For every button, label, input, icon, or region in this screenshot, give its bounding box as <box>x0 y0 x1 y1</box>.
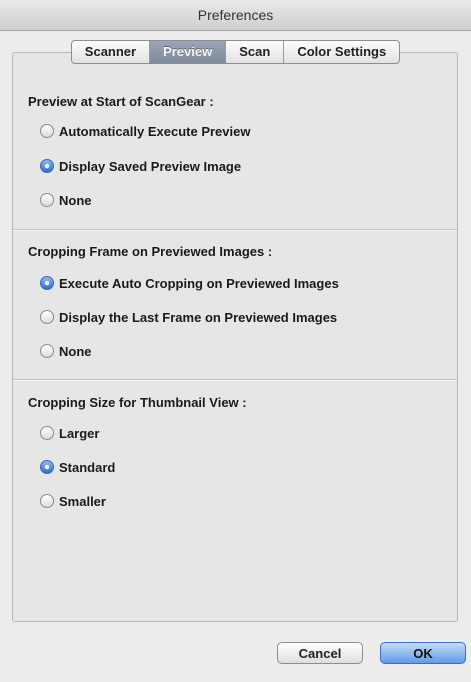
tab-bar-wrapper: Scanner Preview Scan Color Settings <box>0 40 471 64</box>
cropping-frame-title: Cropping Frame on Previewed Images : <box>28 244 273 259</box>
tab-scanner[interactable]: Scanner <box>72 41 151 63</box>
radio-preview-none[interactable]: None <box>40 191 92 209</box>
radio-unchecked-icon[interactable] <box>40 426 54 440</box>
radio-unchecked-icon[interactable] <box>40 494 54 508</box>
section-divider <box>13 229 457 231</box>
tab-color-settings[interactable]: Color Settings <box>284 41 399 63</box>
radio-checked-icon[interactable] <box>40 276 54 290</box>
thumbnail-size-section: Cropping Size for Thumbnail View : <box>28 395 247 410</box>
radio-label: None <box>59 192 92 208</box>
radio-unchecked-icon[interactable] <box>40 310 54 324</box>
radio-label: Smaller <box>59 493 106 509</box>
radio-standard[interactable]: Standard <box>40 458 115 476</box>
cropping-frame-section: Cropping Frame on Previewed Images : <box>28 244 272 259</box>
radio-execute-auto-cropping[interactable]: Execute Auto Cropping on Previewed Image… <box>40 274 339 292</box>
window-title: Preferences <box>197 7 274 23</box>
radio-label: None <box>59 343 92 359</box>
radio-display-saved-preview-image[interactable]: Display Saved Preview Image <box>40 157 241 175</box>
radio-unchecked-icon[interactable] <box>40 193 54 207</box>
radio-label: Automatically Execute Preview <box>59 123 251 139</box>
tab-bar: Scanner Preview Scan Color Settings <box>70 40 401 64</box>
radio-unchecked-icon[interactable] <box>40 124 54 138</box>
section-divider <box>13 379 457 381</box>
radio-unchecked-icon[interactable] <box>40 344 54 358</box>
radio-label: Standard <box>59 459 116 475</box>
preview-start-title: Preview at Start of ScanGear : <box>28 94 214 109</box>
radio-label: Display the Last Frame on Previewed Imag… <box>59 309 338 325</box>
radio-automatically-execute-preview[interactable]: Automatically Execute Preview <box>40 122 250 140</box>
tab-preview[interactable]: Preview <box>150 41 227 63</box>
radio-smaller[interactable]: Smaller <box>40 492 106 510</box>
cancel-button[interactable]: Cancel <box>277 642 363 664</box>
radio-label: Larger <box>59 425 100 441</box>
radio-checked-icon[interactable] <box>40 460 54 474</box>
ok-button[interactable]: OK <box>380 642 466 664</box>
thumbnail-size-title: Cropping Size for Thumbnail View : <box>28 395 247 410</box>
radio-display-last-frame[interactable]: Display the Last Frame on Previewed Imag… <box>40 308 337 326</box>
radio-label: Execute Auto Cropping on Previewed Image… <box>59 275 339 291</box>
title-bar: Preferences <box>0 0 471 31</box>
tab-scan[interactable]: Scan <box>226 41 285 63</box>
radio-larger[interactable]: Larger <box>40 424 99 442</box>
radio-checked-icon[interactable] <box>40 159 54 173</box>
radio-label: Display Saved Preview Image <box>59 158 242 174</box>
radio-cropping-none[interactable]: None <box>40 342 92 360</box>
preview-start-section: Preview at Start of ScanGear : <box>28 94 214 109</box>
